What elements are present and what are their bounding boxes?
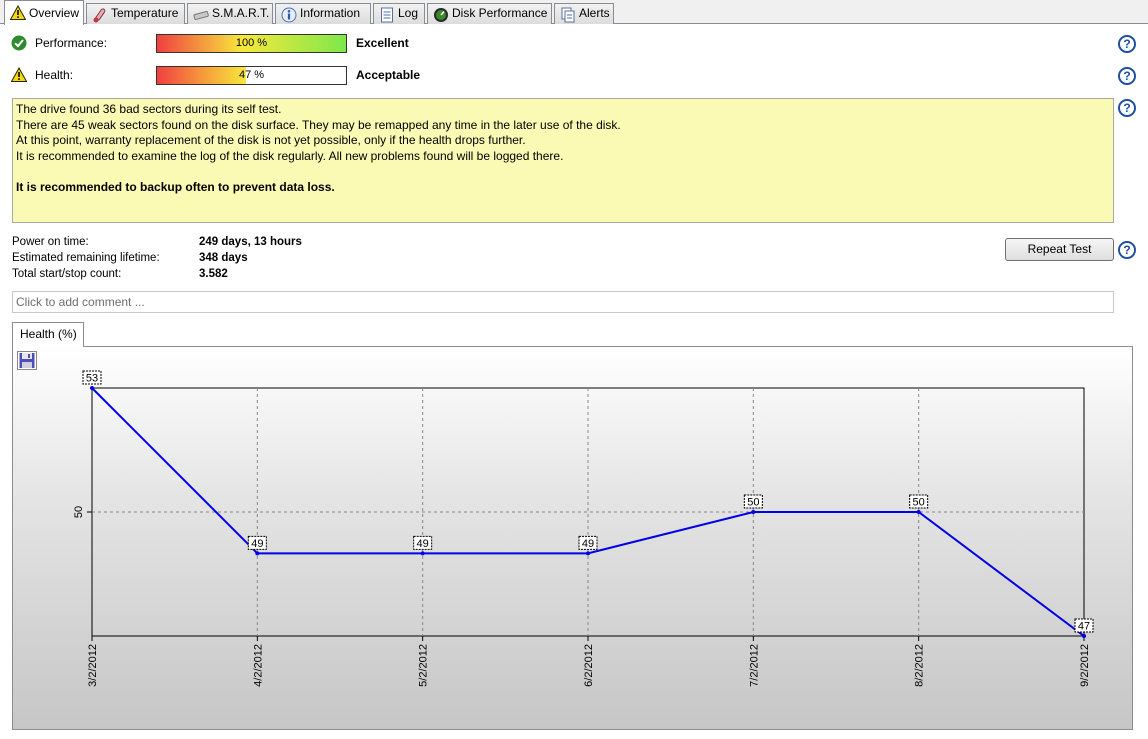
x-tick-label: 3/2/2012 xyxy=(87,644,99,687)
x-tick-label: 7/2/2012 xyxy=(748,644,760,687)
x-tick-label: 9/2/2012 xyxy=(1079,644,1091,687)
data-point xyxy=(420,551,425,556)
data-point xyxy=(916,510,921,514)
data-point xyxy=(751,510,756,514)
data-label: 49 xyxy=(417,538,429,550)
data-point xyxy=(255,551,260,556)
data-point xyxy=(90,386,94,390)
tab-label: Overview xyxy=(29,6,80,20)
health-line-chart: 50 3/2/2012 4/2/2012 5/2/2012 6/2/2012 7/2/20… xyxy=(73,370,1094,687)
tab-health-chart[interactable]: Health (%) xyxy=(12,322,84,347)
x-tick-label: 5/2/2012 xyxy=(418,644,430,687)
x-tick-label: 8/2/2012 xyxy=(914,644,926,687)
data-point xyxy=(1082,634,1086,638)
y-tick-label: 50 xyxy=(73,506,85,518)
data-label: 49 xyxy=(582,538,594,550)
warning-icon xyxy=(10,5,26,20)
data-label: 50 xyxy=(913,497,925,509)
data-label: 50 xyxy=(747,497,759,509)
data-label: 53 xyxy=(86,373,98,385)
data-point xyxy=(586,551,590,556)
data-label: 49 xyxy=(251,538,263,550)
x-tick-label: 6/2/2012 xyxy=(583,644,595,687)
x-tick-label: 4/2/2012 xyxy=(252,644,264,687)
data-label: 47 xyxy=(1078,621,1090,633)
tab-overview[interactable]: Overview xyxy=(4,0,84,25)
